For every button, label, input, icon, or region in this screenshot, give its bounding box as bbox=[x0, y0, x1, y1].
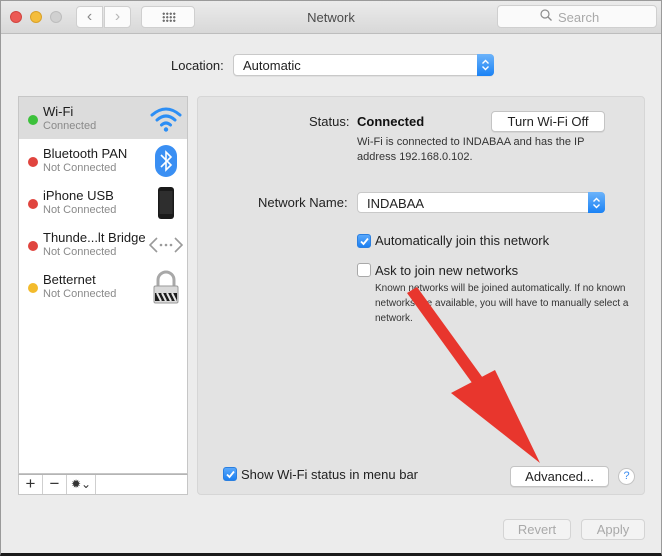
service-name: Thunde...lt Bridge bbox=[43, 230, 146, 245]
status-dot bbox=[28, 115, 38, 125]
gear-menu-button[interactable]: ✹⌄ bbox=[67, 475, 96, 494]
show-status-checkbox[interactable] bbox=[223, 467, 237, 481]
auto-join-label: Automatically join this network bbox=[375, 233, 550, 248]
turn-wifi-off-button[interactable]: Turn Wi-Fi Off bbox=[491, 111, 605, 132]
lock-icon bbox=[153, 270, 179, 304]
network-stepper[interactable] bbox=[588, 192, 605, 213]
service-item-wifi[interactable]: Wi-Fi Connected bbox=[19, 97, 187, 139]
location-select[interactable]: Automatic bbox=[233, 54, 494, 76]
ask-join-note: Known networks will be joined automatica… bbox=[375, 283, 629, 324]
service-status: Connected bbox=[43, 120, 97, 132]
search-field[interactable]: Search bbox=[497, 5, 657, 28]
status-dot bbox=[28, 157, 38, 167]
location-label: Location: bbox=[171, 58, 224, 73]
service-item-thunderbolt-bridge[interactable]: Thunde...lt Bridge Not Connected bbox=[19, 223, 187, 265]
location-value: Automatic bbox=[243, 58, 301, 73]
service-status: Not Connected bbox=[43, 288, 117, 300]
status-dot bbox=[28, 283, 38, 293]
status-dot bbox=[28, 241, 38, 251]
service-item-bluetooth-pan[interactable]: Bluetooth PAN Not Connected bbox=[19, 139, 187, 181]
location-stepper[interactable] bbox=[477, 54, 494, 76]
service-item-iphone-usb[interactable]: iPhone USB Not Connected bbox=[19, 181, 187, 223]
service-name: Bluetooth PAN bbox=[43, 146, 128, 161]
advanced-button[interactable]: Advanced... bbox=[510, 466, 609, 487]
ask-join-checkbox[interactable] bbox=[357, 263, 371, 277]
status-label: Status: bbox=[309, 114, 350, 129]
title-bar: ‹ › Network Search bbox=[1, 1, 661, 34]
bluetooth-icon bbox=[155, 145, 177, 177]
network-preferences-window: ‹ › Network Search Location: Automatic W… bbox=[0, 0, 662, 556]
network-name-select[interactable]: INDABAA bbox=[357, 192, 605, 213]
iphone-icon bbox=[158, 187, 174, 219]
service-status: Not Connected bbox=[43, 162, 117, 174]
service-name: Betternet bbox=[43, 272, 96, 287]
up-down-chevron-icon bbox=[593, 197, 600, 209]
status-description: Wi-Fi is connected to INDABAA and has th… bbox=[357, 136, 585, 163]
service-name: iPhone USB bbox=[43, 188, 114, 203]
bridge-icon bbox=[149, 237, 183, 253]
apply-button[interactable]: Apply bbox=[581, 519, 645, 540]
ask-join-label: Ask to join new networks bbox=[375, 263, 519, 278]
service-list-toolbar: + − ✹⌄ bbox=[18, 474, 188, 495]
auto-join-checkbox[interactable] bbox=[357, 234, 371, 248]
service-status: Not Connected bbox=[43, 246, 117, 258]
status-value: Connected bbox=[357, 114, 425, 129]
add-service-button[interactable]: + bbox=[19, 475, 43, 494]
wifi-icon bbox=[150, 107, 182, 132]
gear-icon: ✹⌄ bbox=[70, 477, 92, 491]
checkmark-icon bbox=[360, 237, 369, 246]
service-item-betternet[interactable]: Betternet Not Connected bbox=[19, 265, 187, 307]
service-status: Not Connected bbox=[43, 204, 117, 216]
up-down-chevron-icon bbox=[482, 59, 489, 71]
service-name: Wi-Fi bbox=[43, 104, 74, 119]
service-list: Wi-Fi Connected Bluetooth PAN Not Connec… bbox=[18, 96, 188, 474]
remove-service-button[interactable]: − bbox=[43, 475, 67, 494]
help-button[interactable]: ? bbox=[618, 468, 635, 485]
checkmark-icon bbox=[226, 470, 235, 479]
search-placeholder: Search bbox=[558, 10, 600, 25]
search-icon bbox=[540, 9, 552, 21]
network-name-value: INDABAA bbox=[367, 196, 425, 211]
show-status-label: Show Wi-Fi status in menu bar bbox=[241, 467, 419, 482]
network-name-label: Network Name: bbox=[258, 195, 348, 210]
revert-button[interactable]: Revert bbox=[503, 519, 571, 540]
status-dot bbox=[28, 199, 38, 209]
